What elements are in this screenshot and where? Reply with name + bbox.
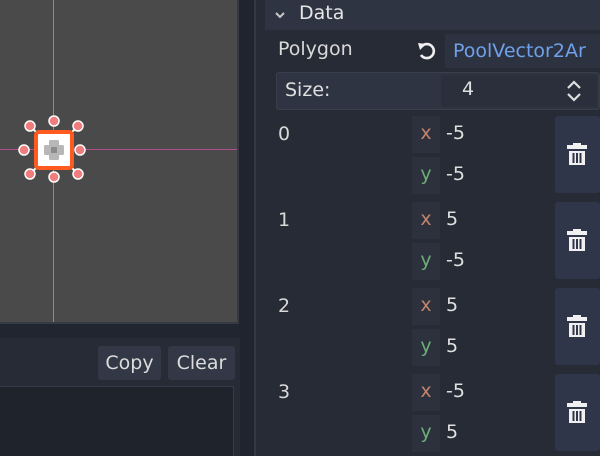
delete-point-button[interactable]	[555, 202, 600, 279]
y-field[interactable]: y -5	[412, 243, 546, 280]
output-log[interactable]	[0, 386, 234, 456]
data-section-header[interactable]: Data	[265, 0, 600, 30]
resize-handle	[18, 144, 30, 156]
point-row: 1 x 5 y -5	[276, 202, 600, 280]
polygon-property: Polygon PoolVector2Ar	[265, 34, 600, 68]
point-index: 0	[278, 123, 291, 145]
panel-gap	[0, 324, 240, 338]
polygon-label: Polygon	[278, 38, 353, 60]
resize-handle	[72, 120, 84, 132]
polygon-selection-gizmo[interactable]	[14, 110, 94, 190]
size-label: Size:	[285, 79, 331, 101]
x-field[interactable]: x -5	[412, 374, 546, 411]
resize-handle	[24, 168, 36, 180]
x-value: -5	[446, 122, 465, 144]
section-title: Data	[299, 2, 345, 24]
y-label: y	[412, 415, 440, 452]
x-field[interactable]: x 5	[412, 202, 546, 239]
resize-handle	[48, 115, 60, 127]
x-label: x	[412, 374, 440, 411]
y-value: 5	[446, 335, 459, 357]
x-value: 5	[446, 294, 459, 316]
y-value: -5	[446, 249, 465, 271]
inspector-panel: Data Polygon PoolVector2Ar Size: 4 0 x -…	[256, 0, 600, 456]
output-toolbar: Copy Clear	[0, 338, 240, 384]
x-field[interactable]: x 5	[412, 288, 546, 325]
trash-icon	[567, 229, 587, 251]
y-label: y	[412, 157, 440, 194]
size-value: 4	[462, 78, 475, 100]
y-label: y	[412, 243, 440, 280]
size-property: Size: 4	[276, 72, 600, 110]
split-gap	[240, 0, 254, 456]
y-value: -5	[446, 163, 465, 185]
y-label: y	[412, 329, 440, 366]
trash-icon	[567, 143, 587, 165]
delete-point-button[interactable]	[555, 374, 600, 451]
point-row: 0 x -5 y -5	[276, 116, 600, 194]
y-field[interactable]: y 5	[412, 329, 546, 366]
output-panel: Copy Clear	[0, 338, 240, 456]
delete-point-button[interactable]	[555, 116, 600, 193]
point-index: 2	[278, 295, 291, 317]
resize-handle	[72, 168, 84, 180]
resize-handle	[24, 120, 36, 132]
trash-icon	[567, 401, 587, 423]
delete-point-button[interactable]	[555, 288, 600, 365]
x-label: x	[412, 202, 440, 239]
resize-handle	[74, 144, 86, 156]
canvas-viewport[interactable]	[0, 0, 237, 322]
chevron-down-icon	[275, 12, 285, 19]
x-field[interactable]: x -5	[412, 116, 546, 153]
copy-button[interactable]: Copy	[98, 346, 161, 380]
x-label: x	[412, 116, 440, 153]
x-value: -5	[446, 380, 465, 402]
y-field[interactable]: y 5	[412, 415, 546, 452]
x-label: x	[412, 288, 440, 325]
y-value: 5	[446, 421, 459, 443]
clear-button[interactable]: Clear	[168, 346, 235, 380]
polygon-value-field[interactable]: PoolVector2Ar	[445, 34, 600, 68]
resize-handle	[48, 171, 60, 183]
point-row: 2 x 5 y 5	[276, 288, 600, 366]
y-field[interactable]: y -5	[412, 157, 546, 194]
size-spinbox[interactable]: 4	[441, 75, 597, 107]
up-down-arrows-icon[interactable]	[566, 80, 582, 102]
point-row: 3 x -5 y 5	[276, 374, 600, 452]
trash-icon	[567, 315, 587, 337]
point-index: 3	[278, 381, 291, 403]
revert-icon[interactable]	[415, 39, 439, 63]
x-value: 5	[446, 208, 459, 230]
point-index: 1	[278, 209, 291, 231]
